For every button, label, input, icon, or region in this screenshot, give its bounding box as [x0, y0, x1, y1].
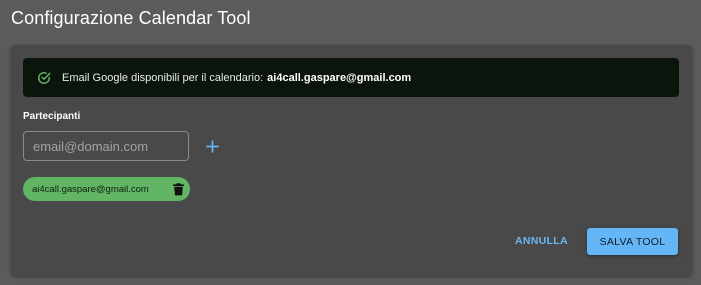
config-dialog: Email Google disponibili per il calendar… — [11, 45, 692, 276]
trash-icon — [172, 182, 184, 195]
participant-chip-label: ai4call.gaspare@gmail.com — [32, 183, 149, 195]
email-input[interactable] — [23, 131, 189, 161]
page-title: Configurazione Calendar Tool — [11, 8, 251, 28]
save-tool-button[interactable]: SALVA TOOL — [587, 228, 678, 255]
chip-delete-button[interactable] — [172, 182, 184, 196]
participant-chip: ai4call.gaspare@gmail.com — [23, 177, 190, 201]
alert-email: ai4call.gaspare@gmail.com — [267, 71, 412, 84]
cancel-button[interactable]: ANNULLA — [511, 230, 572, 252]
check-circle-icon — [37, 71, 51, 85]
success-alert: Email Google disponibili per il calendar… — [23, 58, 679, 97]
alert-text: Email Google disponibili per il calendar… — [62, 71, 264, 84]
participants-label: Partecipanti — [23, 111, 81, 122]
plus-icon — [205, 139, 219, 153]
add-participant-button[interactable] — [204, 138, 220, 154]
